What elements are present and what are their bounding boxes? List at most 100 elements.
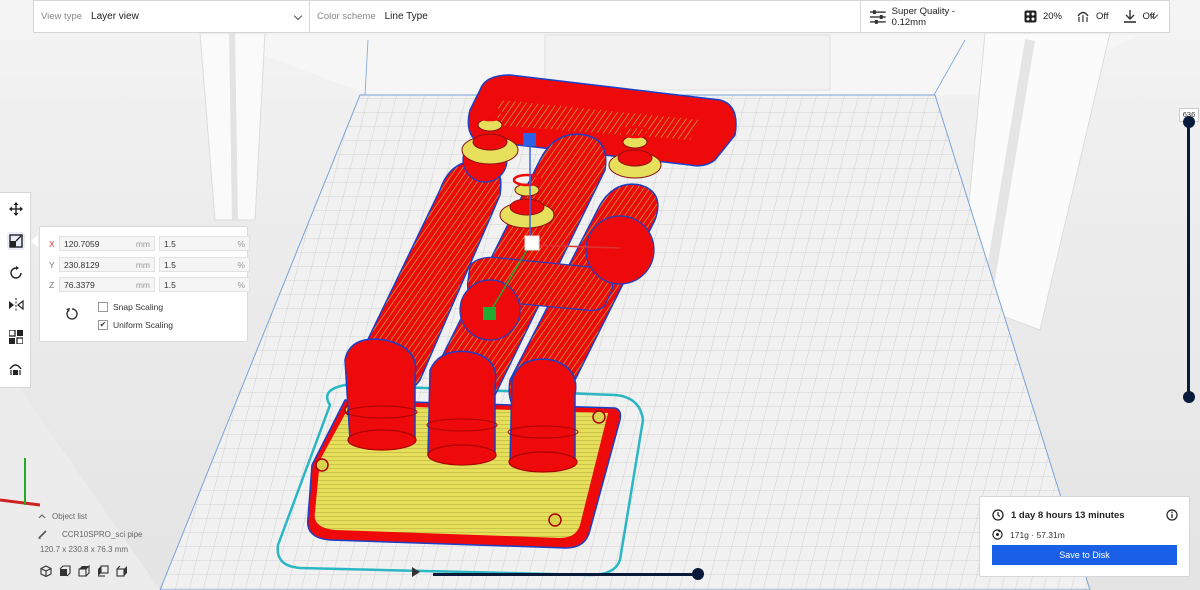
color-scheme-dropdown[interactable]: Color scheme Line Type [310, 1, 860, 32]
tool-sidebar [0, 192, 38, 388]
material-row: 171g · 57.31m [992, 529, 1065, 540]
print-details-button[interactable] [1166, 509, 1178, 524]
play-icon[interactable] [412, 567, 420, 577]
view-right-button[interactable] [116, 565, 128, 577]
object-list: Object list CCR10SPRO_sci pipe 120.7 x 2… [38, 509, 142, 556]
scale-row-z: Z 76.3379 mm 1.5 % [49, 277, 250, 292]
per-model-settings-tool[interactable] [0, 321, 31, 353]
size-value: 76.3379 [64, 279, 95, 290]
color-scheme-value: Line Type [384, 11, 428, 22]
cube-left-icon [98, 565, 109, 577]
object-name-row[interactable]: CCR10SPRO_sci pipe [38, 527, 142, 541]
snap-scaling-label: Snap Scaling [113, 302, 164, 312]
percent-y-input[interactable]: 1.5 % [159, 257, 250, 272]
size-x-input[interactable]: 120.7059 mm [59, 236, 155, 251]
mirror-icon [8, 298, 24, 312]
percent-x-input[interactable]: 1.5 % [159, 236, 250, 251]
reset-icon [66, 308, 78, 320]
uniform-scale-handle[interactable] [524, 235, 540, 251]
object-list-title: Object list [52, 511, 88, 521]
percent-value: 1.5 [164, 238, 176, 249]
info-icon [1166, 509, 1178, 521]
support-icon [1077, 11, 1089, 22]
view-left-button[interactable] [97, 565, 109, 577]
scale-tool[interactable] [0, 225, 38, 257]
size-value: 120.7059 [64, 238, 100, 249]
support-blocker-icon [9, 364, 22, 375]
size-value: 230.8129 [64, 259, 100, 270]
simulation-slider-handle[interactable] [692, 568, 704, 580]
quality-value: Super Quality - 0.12mm [891, 5, 956, 28]
percent-unit: % [237, 238, 245, 249]
chevron-down-icon [293, 11, 303, 21]
z-scale-handle[interactable] [523, 133, 536, 146]
print-settings-bar[interactable]: Super Quality - 0.12mm 20% Off Off [860, 0, 1170, 33]
save-to-disk-button[interactable]: Save to Disk [992, 545, 1177, 565]
per-model-settings-icon [8, 330, 23, 344]
scale-panel: X 120.7059 mm 1.5 % Y 230.8129 mm 1.5 % … [39, 226, 250, 342]
scale-row-x: X 120.7059 mm 1.5 % [49, 236, 250, 251]
rotate-tool[interactable] [0, 257, 31, 289]
support-setting[interactable]: Off [1076, 10, 1109, 23]
view-top-button[interactable] [78, 565, 90, 577]
mirror-tool[interactable] [0, 289, 31, 321]
size-unit: mm [135, 279, 150, 290]
axis-label: Y [49, 259, 55, 270]
rotate-icon [9, 266, 22, 279]
print-info-panel: 1 day 8 hours 13 minutes 171g · 57.31m S… [979, 496, 1190, 577]
chevron-up-icon [38, 514, 46, 519]
object-list-toggle[interactable]: Object list [38, 509, 142, 523]
axis-label: Z [49, 279, 55, 290]
size-unit: mm [135, 238, 150, 249]
view-type-dropdown[interactable]: View type Layer view [34, 1, 310, 32]
y-scale-handle[interactable] [483, 307, 496, 320]
percent-unit: % [237, 259, 245, 270]
object-dimensions: 120.7 x 230.8 x 76.3 mm [40, 544, 129, 554]
reset-scale-button[interactable] [65, 307, 79, 324]
size-y-input[interactable]: 230.8129 mm [59, 257, 155, 272]
adhesion-setting[interactable]: Off [1123, 10, 1155, 23]
move-icon [8, 202, 23, 216]
filament-spool-icon [992, 529, 1003, 540]
support-value: Off [1096, 11, 1109, 22]
view-front-button[interactable] [59, 565, 71, 577]
clock-icon [992, 509, 1004, 521]
color-scheme-caption: Color scheme [317, 11, 376, 22]
camera-view-buttons [40, 565, 135, 577]
adhesion-icon [1123, 10, 1136, 23]
sliders-icon [870, 9, 886, 24]
cube-top-icon [78, 565, 90, 577]
uniform-scaling-label: Uniform Scaling [113, 320, 173, 330]
size-z-input[interactable]: 76.3379 mm [59, 277, 155, 292]
percent-unit: % [237, 279, 245, 290]
check-icon: ✔ [98, 320, 108, 330]
view-3d-button[interactable] [40, 565, 52, 577]
layer-slider-bottom-handle[interactable] [1183, 391, 1195, 403]
infill-setting[interactable]: 20% [1024, 10, 1062, 23]
material-usage: 171g · 57.31m [1010, 529, 1065, 540]
scale-icon [6, 232, 25, 250]
support-blocker-tool[interactable] [0, 353, 31, 385]
infill-icon [1024, 10, 1037, 23]
move-tool[interactable] [0, 193, 31, 225]
layer-slider-track[interactable] [1187, 122, 1190, 398]
percent-value: 1.5 [164, 259, 176, 270]
infill-value: 20% [1042, 11, 1062, 22]
print-time: 1 day 8 hours 13 minutes [1011, 509, 1125, 521]
simulation-slider-track[interactable] [433, 573, 697, 576]
percent-value: 1.5 [164, 279, 176, 290]
cube-3d-icon [40, 565, 52, 577]
layer-slider-top-handle[interactable] [1183, 116, 1195, 128]
checkbox-box [98, 302, 108, 312]
print-time-row: 1 day 8 hours 13 minutes [992, 509, 1125, 521]
object-name: CCR10SPRO_sci pipe [62, 529, 143, 539]
quality-setting[interactable]: Super Quality - 0.12mm [870, 6, 990, 28]
size-unit: mm [135, 259, 150, 270]
view-type-value: Layer view [91, 11, 139, 22]
scale-row-y: Y 230.8129 mm 1.5 % [49, 257, 250, 272]
percent-z-input[interactable]: 1.5 % [159, 277, 250, 292]
axis-label: X [49, 238, 55, 249]
uniform-scaling-checkbox[interactable]: ✔ Uniform Scaling [98, 320, 173, 330]
pencil-icon [38, 530, 47, 539]
snap-scaling-checkbox[interactable]: Snap Scaling [98, 302, 163, 312]
